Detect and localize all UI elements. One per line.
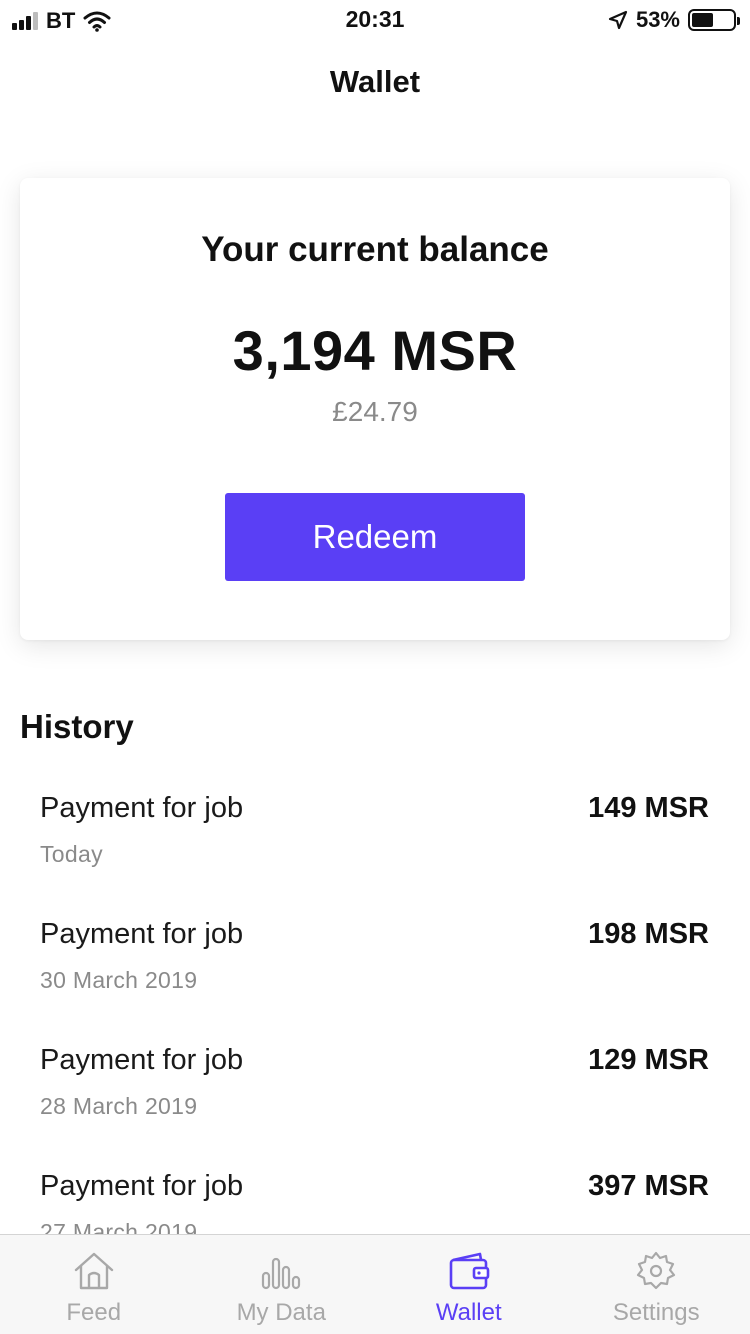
battery-percent: 53% [635, 7, 680, 32]
history-item-amount: 149 MSR [588, 792, 709, 824]
history-item-title: Payment for job [40, 792, 244, 824]
status-bar-right: 53% [608, 7, 740, 33]
history-item-amount: 129 MSR [588, 1044, 709, 1076]
history-item-title: Payment for job [40, 1170, 244, 1202]
tab-settings-label: Settings [612, 1299, 700, 1326]
history-item[interactable]: Payment for job Today 149 MSR [0, 770, 750, 896]
history-item[interactable]: Payment for job 27 March 2019 397 MSR [0, 1148, 750, 1234]
tab-wallet[interactable]: Wallet [375, 1235, 563, 1334]
history-list[interactable]: Payment for job Today 149 MSR Payment fo… [0, 770, 750, 1234]
history-item-date: 28 March 2019 [40, 1093, 198, 1119]
location-arrow-icon [608, 10, 628, 30]
balance-fiat-value: £24.79 [332, 396, 418, 427]
history-item-amount: 198 MSR [588, 918, 709, 950]
tab-bar: Feed My Data Wallet Settings [0, 1234, 750, 1334]
tab-wallet-label: Wallet [435, 1299, 502, 1326]
tab-my-data[interactable]: My Data [188, 1235, 376, 1334]
battery-fill [692, 13, 714, 27]
history-item-title: Payment for job [40, 918, 244, 950]
battery-icon [688, 9, 740, 31]
balance-card: Your current balance 3,194 MSR £24.79 Re… [20, 178, 730, 640]
gear-icon [634, 1249, 678, 1293]
history-item-amount: 397 MSR [588, 1170, 709, 1202]
redeem-button[interactable]: Redeem [225, 493, 525, 581]
tab-feed[interactable]: Feed [0, 1235, 188, 1334]
history-item-date: 30 March 2019 [40, 967, 198, 993]
wallet-icon [447, 1249, 491, 1293]
history-item[interactable]: Payment for job 30 March 2019 198 MSR [0, 896, 750, 1022]
history-item[interactable]: Payment for job 28 March 2019 129 MSR [0, 1022, 750, 1148]
home-icon [72, 1249, 116, 1293]
tab-feed-label: Feed [66, 1299, 122, 1326]
tab-settings[interactable]: Settings [563, 1235, 750, 1334]
status-bar: BT 20:31 53% [0, 0, 750, 40]
history-item-title: Payment for job [40, 1044, 244, 1076]
balance-amount: 3,194 MSR [232, 319, 518, 382]
bar-chart-icon [259, 1249, 303, 1293]
tab-my-data-label: My Data [236, 1299, 326, 1326]
history-item-date: Today [40, 841, 103, 867]
page-title: Wallet [329, 64, 421, 99]
history-title: History [20, 708, 134, 745]
balance-heading: Your current balance [201, 230, 549, 269]
history-item-date: 27 March 2019 [40, 1219, 198, 1234]
